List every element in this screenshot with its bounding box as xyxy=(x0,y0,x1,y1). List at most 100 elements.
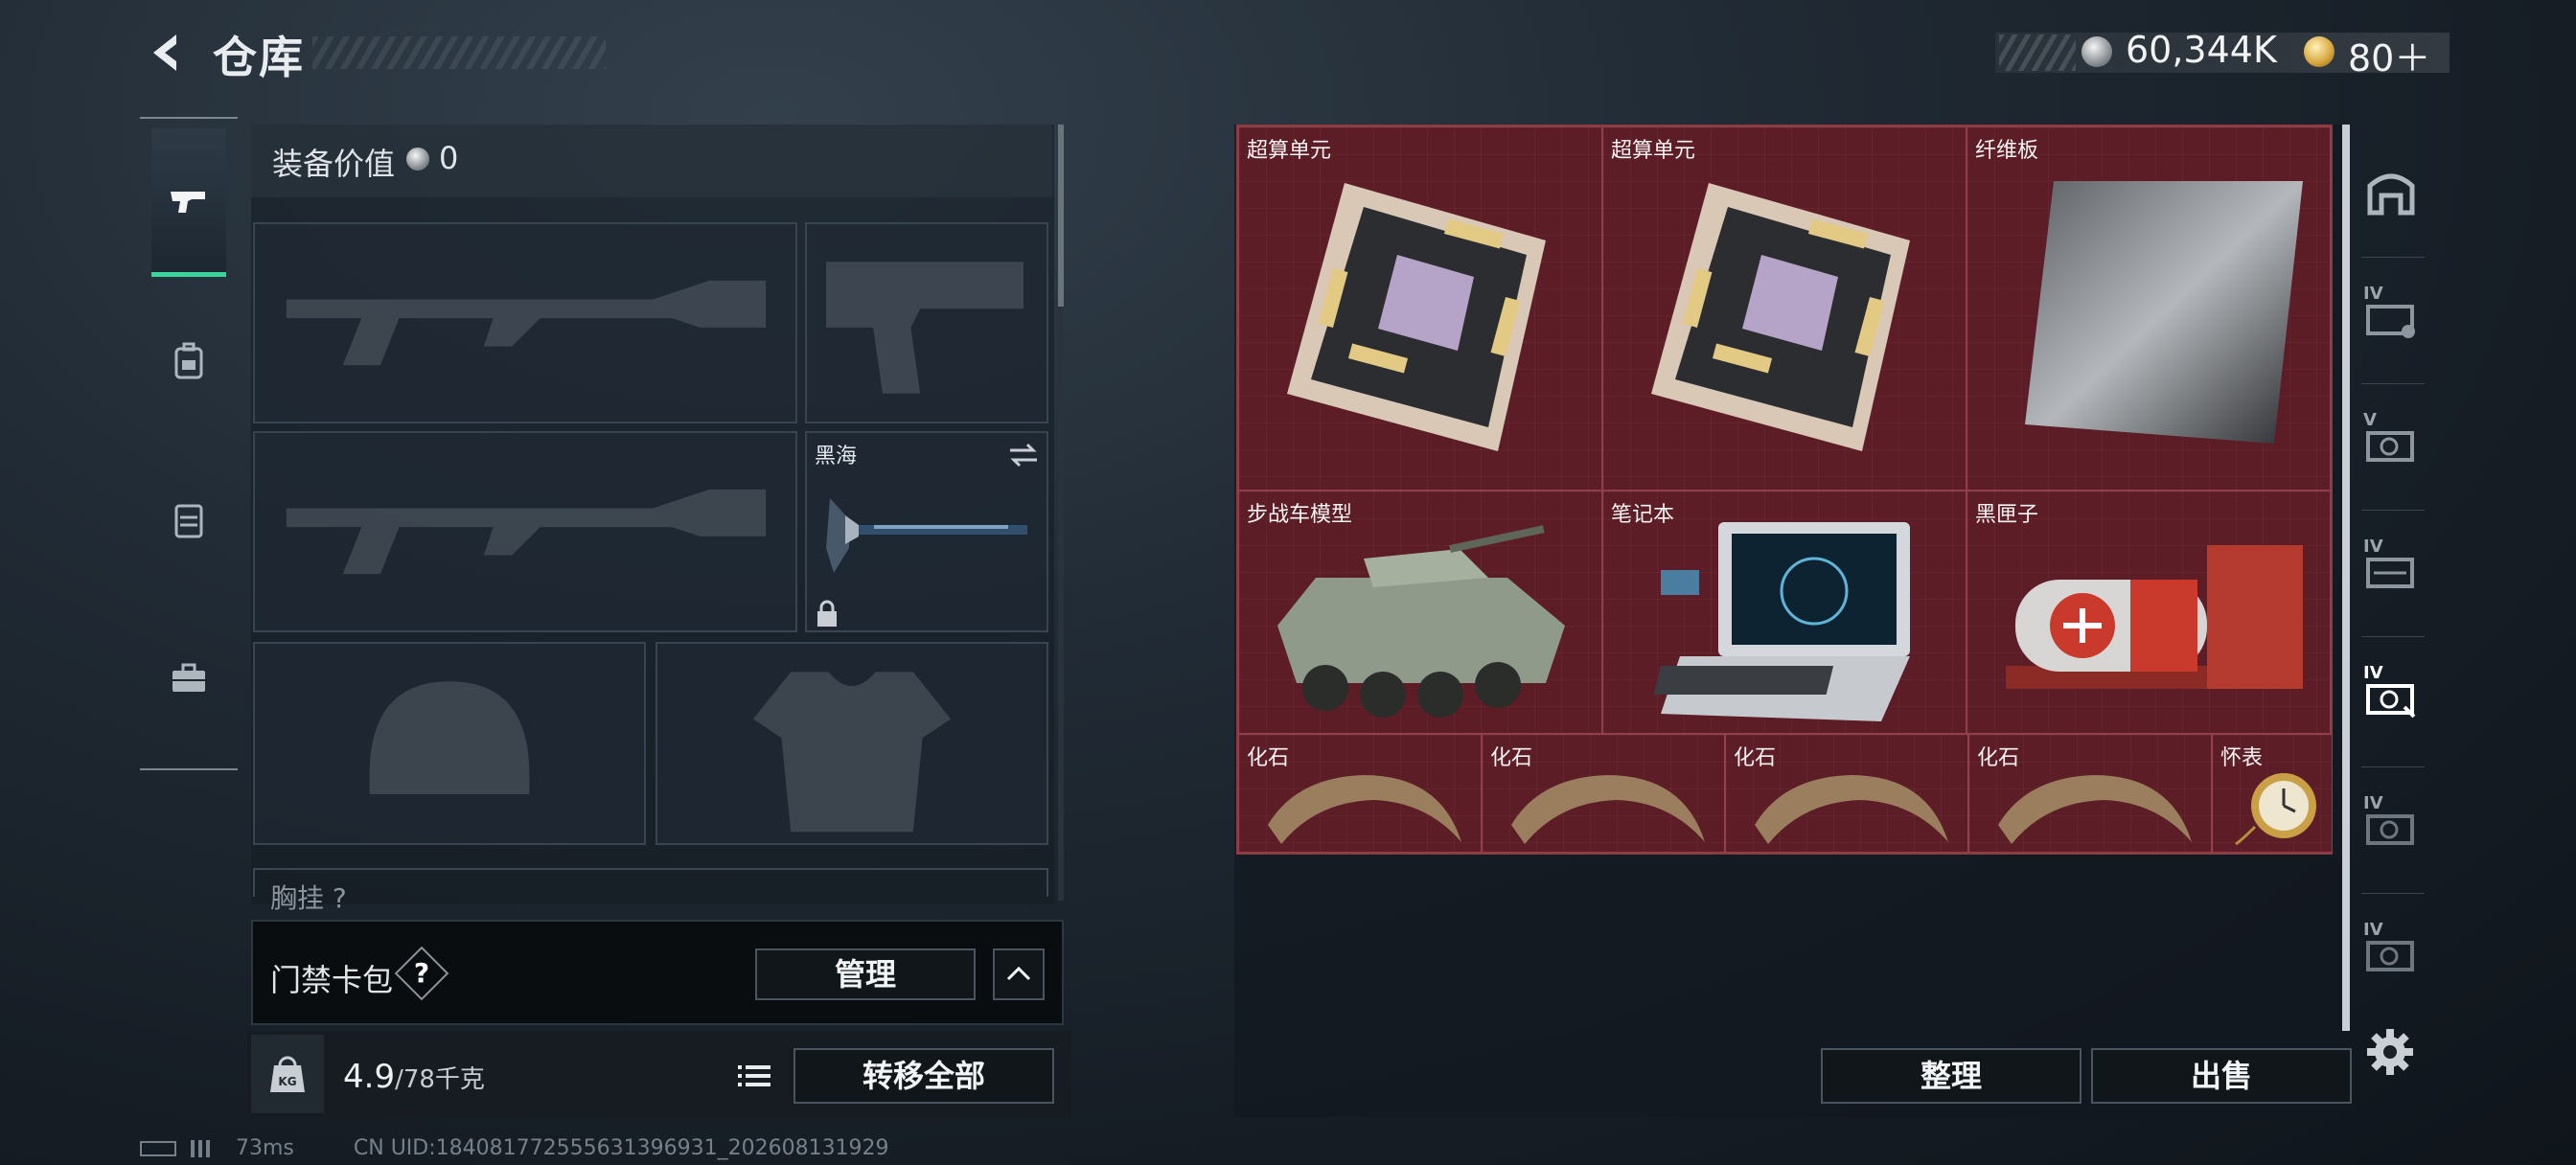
weight-icon-box: KG xyxy=(251,1035,324,1113)
armor-silhouette-icon xyxy=(752,672,952,833)
pistol-slot[interactable] xyxy=(805,222,1048,423)
tier-label: IV xyxy=(2363,537,2383,557)
keycard-label: 门禁卡包 xyxy=(270,962,394,998)
signal-icon xyxy=(191,1140,216,1157)
silver-coin-icon xyxy=(406,148,429,171)
backpack-icon xyxy=(174,342,203,379)
currency-bar-decoration xyxy=(1999,34,2076,71)
rail-divider xyxy=(2361,893,2425,894)
pocket-watch-icon xyxy=(2235,773,2316,846)
chest-rig-slot[interactable] xyxy=(253,868,1048,897)
fossil-claw-icon xyxy=(1755,775,1948,844)
tier-label: IV xyxy=(2363,793,2383,813)
fiber-board-icon xyxy=(2025,181,2303,444)
rifle-silhouette-icon xyxy=(286,489,767,575)
item-name: 纤维板 xyxy=(1975,139,2039,163)
loadout-scrollbar[interactable] xyxy=(1058,125,1064,307)
sell-button[interactable]: 出售 xyxy=(2091,1048,2352,1104)
fossil-claw-icon xyxy=(1268,775,1461,844)
category-case-tab[interactable] xyxy=(151,607,226,751)
storage-tab-6[interactable]: IV xyxy=(2358,780,2425,876)
category-backpack-tab[interactable] xyxy=(151,289,226,433)
weight-readout: 4.9/78千克 xyxy=(343,1058,485,1096)
rail-divider xyxy=(2361,766,2425,767)
tier-label: V xyxy=(2363,410,2377,430)
primary-weapon-slot[interactable] xyxy=(253,222,797,423)
rail-divider xyxy=(2361,510,2425,511)
storage-item-fossil[interactable]: 化石 xyxy=(1725,734,1968,853)
tier-label: IV xyxy=(2363,284,2383,304)
storage-item-ifv-model[interactable]: 步战车模型 xyxy=(1238,491,1602,734)
melee-slot[interactable]: 黑海 xyxy=(805,431,1048,632)
fossil-claw-icon xyxy=(1998,775,2192,844)
supercomputer-unit-icon xyxy=(1651,183,1910,451)
battery-icon xyxy=(140,1141,176,1156)
back-arrow-icon[interactable] xyxy=(142,29,190,77)
chest-rig-label: 胸挂 ? xyxy=(270,882,347,914)
rifle-silhouette-icon xyxy=(286,280,767,366)
title-decoration xyxy=(312,36,606,69)
pistol-silhouette-icon xyxy=(826,262,1024,394)
chevron-up-icon xyxy=(1006,966,1031,981)
safehouse-icon xyxy=(2367,173,2415,216)
page-title: 仓库 xyxy=(213,32,305,83)
ifv-model-icon xyxy=(1277,525,1565,718)
storage-item-fossil[interactable]: 化石 xyxy=(1968,734,2212,853)
silver-coin-icon xyxy=(2082,36,2112,67)
axe-icon xyxy=(826,498,1027,573)
category-weapons-tab[interactable] xyxy=(151,128,226,277)
sort-button[interactable]: 整理 xyxy=(1821,1048,2082,1104)
storage-tab-3[interactable]: V xyxy=(2358,397,2425,492)
svg-text:KG: KG xyxy=(278,1075,296,1088)
laptop-icon xyxy=(1653,522,1910,721)
helmet-slot[interactable] xyxy=(253,642,646,845)
help-icon[interactable]: ? xyxy=(402,954,441,993)
tier-label: IV xyxy=(2363,663,2383,683)
storage-tab-home[interactable] xyxy=(2358,144,2425,240)
storage-item-supercomputer-unit[interactable]: 超算单元 xyxy=(1238,126,1602,491)
equipment-value-label: 装备价值 xyxy=(272,146,396,182)
storage-item-fossil[interactable]: 化石 xyxy=(1238,734,1482,853)
equipment-value-number: 0 xyxy=(439,140,459,176)
transfer-all-button[interactable]: 转移全部 xyxy=(794,1048,1054,1104)
fossil-claw-icon xyxy=(1511,775,1705,844)
storage-tab-5-active[interactable]: IV xyxy=(2358,650,2425,745)
storage-item-fossil[interactable]: 化石 xyxy=(1482,734,1725,853)
storage-item-pocket-watch[interactable]: 怀表 xyxy=(2212,734,2333,853)
secondary-weapon-slot[interactable] xyxy=(253,431,797,632)
black-box-icon xyxy=(2006,545,2303,689)
item-name: 黑匣子 xyxy=(1975,503,2039,527)
rail-divider xyxy=(2361,383,2425,384)
storage-tab-2[interactable]: IV xyxy=(2358,270,2425,366)
supercomputer-unit-icon xyxy=(1287,183,1546,451)
list-view-button[interactable] xyxy=(730,1050,778,1102)
helmet-silhouette-icon xyxy=(369,681,530,794)
armor-slot[interactable] xyxy=(656,642,1048,845)
weight-kg-icon: KG xyxy=(270,1056,305,1092)
storage-item-black-box[interactable]: 黑匣子 xyxy=(1966,491,2331,734)
uid-text: CN UID:184081772555631396931_20260813192… xyxy=(353,1136,889,1160)
swap-icon[interactable] xyxy=(1006,441,1041,469)
storage-item-laptop[interactable]: 笔记本 xyxy=(1602,491,1966,734)
vest-icon xyxy=(174,504,203,538)
storage-tab-4[interactable]: IV xyxy=(2358,523,2425,619)
gold-coin-icon xyxy=(2304,36,2334,67)
silver-currency-value: 60,344K xyxy=(2126,29,2277,71)
ping-text: 73ms xyxy=(236,1136,294,1160)
expand-button[interactable] xyxy=(993,948,1045,1000)
gold-currency-value[interactable]: 80＋ xyxy=(2348,29,2430,81)
storage-scrollbar[interactable] xyxy=(2342,125,2350,1031)
gear-icon[interactable] xyxy=(2363,1025,2417,1079)
rail-divider xyxy=(2361,636,2425,637)
storage-item-supercomputer-unit[interactable]: 超算单元 xyxy=(1602,126,1966,491)
melee-item-name: 黑海 xyxy=(815,445,858,468)
rail-divider xyxy=(2361,257,2425,258)
pistol-icon xyxy=(171,192,205,213)
tier-label: IV xyxy=(2363,920,2383,940)
category-vest-tab[interactable] xyxy=(151,448,226,592)
storage-item-fiber-board[interactable]: 纤维板 xyxy=(1966,126,2331,491)
footer-status: 73ms CN UID:184081772555631396931_202608… xyxy=(140,1136,889,1160)
lock-icon xyxy=(817,600,837,627)
manage-button[interactable]: 管理 xyxy=(755,948,976,1000)
storage-tab-7[interactable]: IV xyxy=(2358,906,2425,1002)
